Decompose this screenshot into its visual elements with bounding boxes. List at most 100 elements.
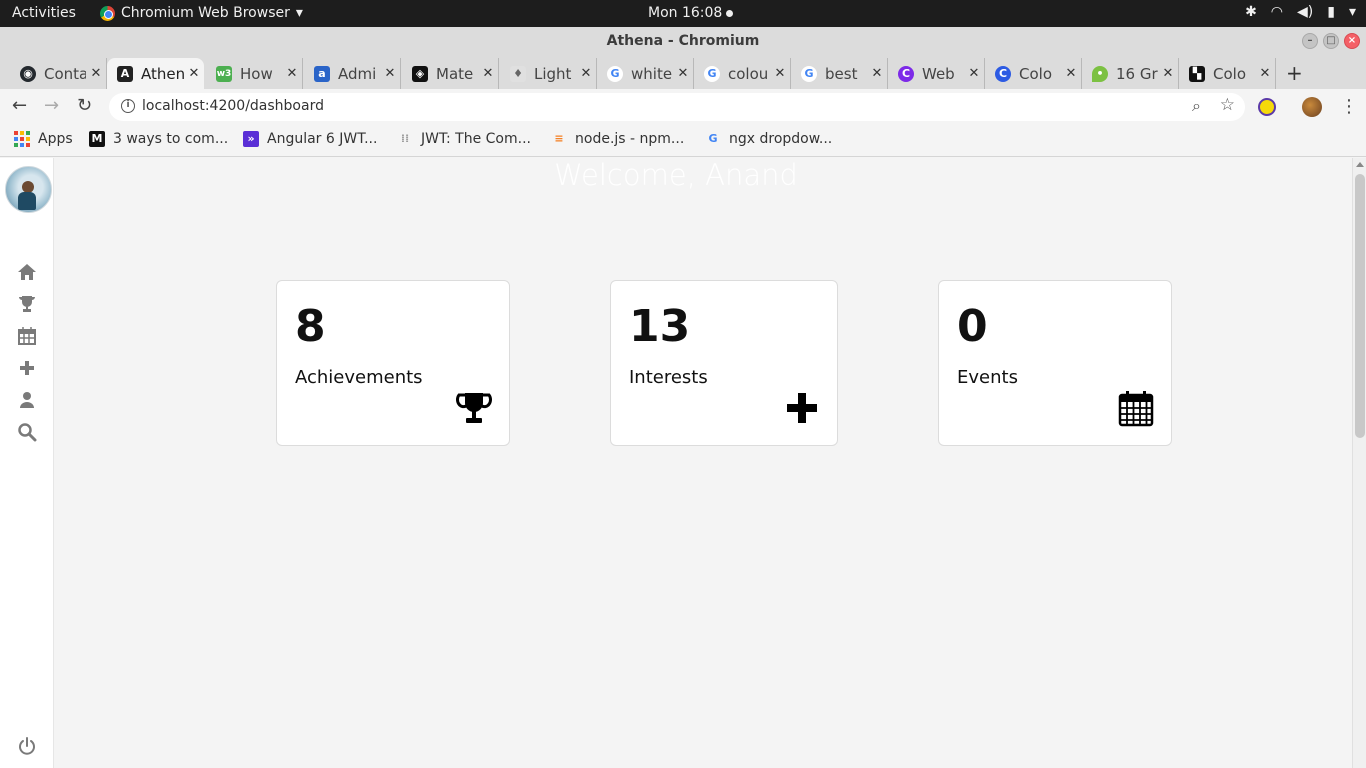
apps-grid-icon — [14, 131, 30, 147]
close-icon[interactable]: ✕ — [1061, 66, 1081, 81]
medium-icon: M — [89, 131, 105, 147]
tab-web[interactable]: C Web ✕ — [888, 58, 985, 89]
close-icon[interactable]: × — [1344, 33, 1360, 49]
bookmark-nodejs[interactable]: ≡ node.js - npm... — [551, 131, 684, 147]
google-icon: G — [801, 65, 817, 82]
user-icon[interactable] — [17, 390, 37, 410]
tab-label: colou — [728, 64, 769, 83]
menu-kebab-icon[interactable]: ⋮ — [1340, 96, 1358, 117]
w3-icon: w3 — [216, 65, 232, 82]
chromium-icon — [100, 5, 115, 21]
trophy-icon[interactable] — [17, 294, 37, 314]
close-icon[interactable]: ✕ — [673, 66, 693, 81]
events-card[interactable]: 0 Events — [938, 280, 1172, 446]
close-icon[interactable]: ✕ — [184, 66, 204, 81]
google-icon: G — [607, 65, 623, 82]
maximize-icon[interactable]: □ — [1323, 33, 1339, 49]
address-bar[interactable]: i localhost:4200/dashboard ⌕ ☆ — [109, 93, 1245, 121]
chevron-down-icon[interactable]: ▾ — [1349, 4, 1356, 20]
tab-how[interactable]: w3 How ✕ — [206, 58, 303, 89]
tab-label: best — [825, 64, 858, 83]
tab-label: Web — [922, 64, 955, 83]
tab-mate[interactable]: ◈ Mate ✕ — [402, 58, 499, 89]
scroll-up-arrow-icon[interactable] — [1356, 162, 1364, 167]
tab-colou[interactable]: G colou ✕ — [694, 58, 791, 89]
achievements-card[interactable]: 8 Achievements — [276, 280, 510, 446]
calendar-icon — [1117, 389, 1155, 427]
tab-athena[interactable]: A Athena ✕ — [107, 58, 204, 89]
bookmark-3-ways[interactable]: M 3 ways to com... — [89, 131, 228, 147]
canva-icon: C — [898, 65, 914, 82]
close-icon[interactable]: ✕ — [282, 66, 302, 81]
page-scrollbar[interactable] — [1352, 158, 1366, 768]
close-icon[interactable]: ✕ — [478, 66, 498, 81]
clock[interactable]: Mon 16:08 — [648, 5, 734, 21]
app-menu[interactable]: Chromium Web Browser ▾ — [100, 5, 303, 21]
site-info-icon[interactable]: i — [121, 99, 135, 113]
activities-button[interactable]: Activities — [12, 5, 76, 21]
plus-icon[interactable] — [17, 358, 37, 378]
close-icon[interactable]: ✕ — [86, 66, 106, 81]
calendar-icon[interactable] — [17, 326, 37, 346]
wifi-icon[interactable]: ◠ — [1271, 4, 1283, 20]
profile-avatar[interactable] — [1302, 97, 1322, 117]
tab-label: Admi — [338, 64, 377, 83]
notification-dot-icon — [726, 9, 734, 17]
welcome-heading: Welcome, Anand — [554, 158, 798, 192]
close-icon[interactable]: ✕ — [867, 66, 887, 81]
close-icon[interactable]: ✕ — [770, 66, 790, 81]
clock-label: Mon 16:08 — [648, 5, 723, 21]
power-icon[interactable] — [17, 736, 37, 756]
volume-icon[interactable]: ◀) — [1297, 4, 1313, 20]
window-title: Athena - Chromium — [606, 33, 760, 49]
tab-label: Colo — [1019, 64, 1052, 83]
tab-white[interactable]: G white ✕ — [597, 58, 694, 89]
forward-arrow-icon[interactable]: → — [44, 95, 59, 116]
battery-icon[interactable]: ▮ — [1327, 4, 1335, 20]
tab-best[interactable]: G best ✕ — [791, 58, 888, 89]
tab-label: 16 Gr — [1116, 64, 1158, 83]
search-icon[interactable] — [17, 422, 37, 442]
bookmark-label: Apps — [38, 131, 73, 147]
tab-16gr[interactable]: • 16 Gr ✕ — [1082, 58, 1179, 89]
tab-admin[interactable]: a Admi ✕ — [304, 58, 401, 89]
interests-label: Interests — [629, 367, 708, 388]
bookmark-ngx-dropdown[interactable]: G ngx dropdow... — [705, 131, 832, 147]
extension-icon[interactable] — [1258, 98, 1276, 116]
bookmark-label: 3 ways to com... — [113, 131, 229, 147]
minimize-icon[interactable]: – — [1302, 33, 1318, 49]
interests-card[interactable]: 13 Interests — [610, 280, 838, 446]
bookmark-angular-jwt[interactable]: » Angular 6 JWT... — [243, 131, 377, 147]
close-icon[interactable]: ✕ — [1255, 66, 1275, 81]
tab-label: Colo — [1213, 64, 1246, 83]
reload-icon[interactable]: ↻ — [77, 95, 92, 116]
close-icon[interactable]: ✕ — [1158, 66, 1178, 81]
tab-colo-2[interactable]: ▚ Colo ✕ — [1179, 58, 1276, 89]
tab-colo-1[interactable]: C Colo ✕ — [985, 58, 1082, 89]
close-icon[interactable]: ✕ — [576, 66, 596, 81]
tab-light[interactable]: ♦ Light ✕ — [500, 58, 597, 89]
bookmark-label: ngx dropdow... — [729, 131, 833, 147]
url-text[interactable]: localhost:4200/dashboard — [142, 98, 324, 114]
close-icon[interactable]: ✕ — [380, 66, 400, 81]
page-content: Welcome, Anand 8 Achievements 13 Interes… — [0, 158, 1366, 768]
home-icon[interactable] — [17, 262, 37, 282]
google-icon: G — [708, 132, 718, 145]
bookmark-label: JWT: The Com... — [421, 131, 531, 147]
bookmark-jwt[interactable]: ⁞⁞ JWT: The Com... — [397, 131, 531, 147]
interests-count: 13 — [629, 301, 691, 352]
close-icon[interactable]: ✕ — [964, 66, 984, 81]
system-tray[interactable]: ✱ ◠ ◀) ▮ ▾ — [1245, 4, 1356, 20]
bookmark-label: node.js - npm... — [575, 131, 685, 147]
zoom-icon[interactable]: ⌕ — [1192, 96, 1201, 116]
bookmark-star-icon[interactable]: ☆ — [1220, 95, 1235, 115]
bluetooth-icon[interactable]: ✱ — [1245, 4, 1257, 20]
canva-icon: C — [995, 65, 1011, 82]
tab-label: How — [240, 64, 273, 83]
scrollbar-thumb[interactable] — [1355, 174, 1365, 438]
back-arrow-icon[interactable]: ← — [12, 95, 27, 116]
new-tab-plus-icon[interactable]: + — [1286, 61, 1303, 85]
bookmark-apps[interactable]: Apps — [14, 131, 73, 147]
system-top-bar: Activities Chromium Web Browser ▾ Mon 16… — [0, 0, 1366, 27]
tab-conta[interactable]: ◉ Conta ✕ — [10, 58, 107, 89]
